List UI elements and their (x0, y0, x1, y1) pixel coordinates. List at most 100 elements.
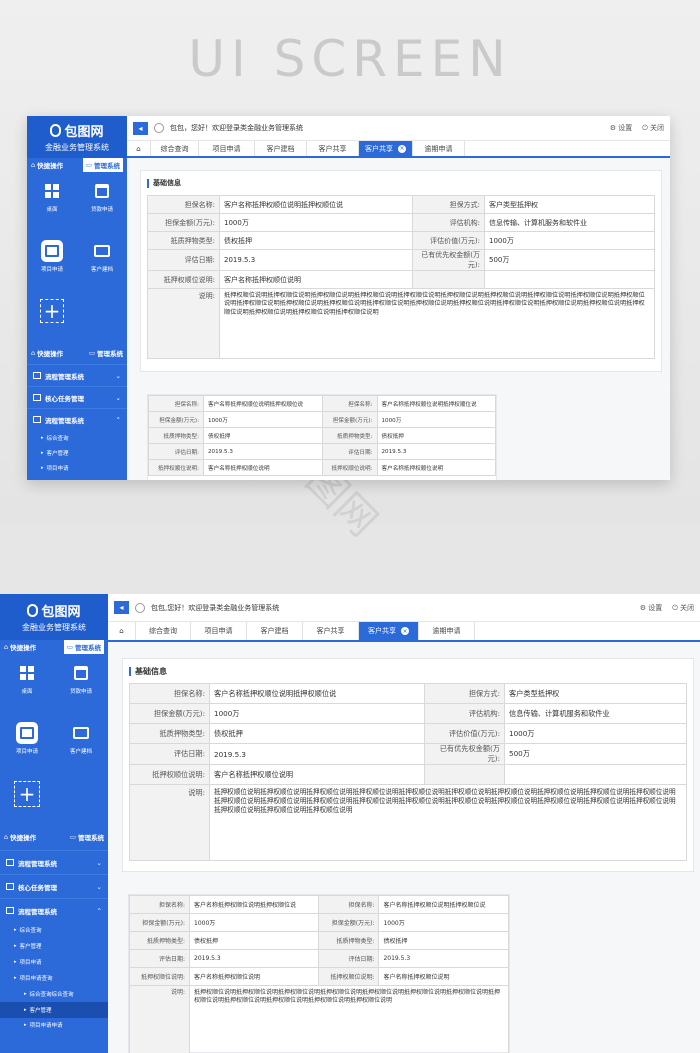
field-label: 抵押权顺位说明: (129, 764, 210, 785)
collapse-button[interactable]: ◂ (133, 121, 148, 135)
tab-query[interactable]: 综合查询 (136, 622, 191, 640)
plus-icon: + (18, 782, 36, 807)
submenu-item[interactable]: 综合查询 (0, 922, 108, 938)
desktop-icon (16, 662, 38, 684)
avatar (135, 602, 145, 613)
field-value: 客户名称抵押权顺位说明 (209, 764, 425, 785)
folder-icon (33, 372, 41, 379)
basic-info-table: 担保名称: 客户名称抵押权顺位说明抵押权顺位说 担保方式: 客户类型抵押权 担保金额(… (129, 683, 687, 861)
settings-button[interactable]: ⚙ 设置 (610, 123, 633, 133)
main-area: ◂ 包包，您好！欢迎登录类金融业务管理系统 ⚙ 设置 ⏻ 关闭 ⌂ 综合查询 项目申… (127, 116, 670, 480)
add-tile-button[interactable]: + (40, 299, 64, 324)
tile-label: 贷款申请 (69, 689, 92, 695)
tab-customer-share-active[interactable]: 客户共享 × (359, 622, 419, 640)
tab-overdue[interactable]: 逾期申请 (413, 141, 465, 156)
menu-process[interactable]: 流程管理系统 ⌄ (0, 850, 108, 874)
menu-core-task[interactable]: 核心任务管理 ⌄ (0, 874, 108, 898)
tab-customer-file[interactable]: 客户建档 (255, 141, 307, 156)
menu-core-task[interactable]: 核心任务管理 ⌄ (27, 386, 127, 408)
tile-customer-file[interactable]: 客户建档 (70, 722, 92, 774)
description-text: 抵押权顺位说明抵押权顺位说明抵押权顺位说明抵押权顺位说明抵押权顺位说明抵押权顺位… (209, 784, 687, 861)
submenu-item[interactable]: 客户管理 (27, 445, 127, 460)
field-value: 客户类型抵押权 (504, 683, 687, 704)
field-label: 评估日期: (321, 443, 378, 460)
field-label: 已有优先权金额(万元): (424, 743, 505, 765)
collapse-button[interactable]: ◂ (114, 601, 129, 614)
tab-customer-file[interactable]: 客户建档 (247, 622, 303, 640)
add-tile-button[interactable]: + (14, 781, 40, 808)
quick-ops-button[interactable]: ⌂ 快捷操作 (4, 832, 36, 842)
menu-label: 流程管理系统 (18, 859, 57, 868)
section-title-text: 基础信息 (135, 666, 167, 676)
basic-info-panel: 基础信息 担保名称: 客户名称抵押权顺位说明抵押权顺位说 担保方式: 客户类型抵押权 … (122, 658, 694, 872)
settings-label: 设置 (618, 124, 633, 132)
tile-loan-apply[interactable]: 贷款申请 (70, 662, 92, 714)
field-value: 客户名称抵押权顺位说明抵押权顺位说 (376, 395, 496, 412)
close-button[interactable]: ⏻ 关闭 (672, 603, 694, 613)
tile-project-apply[interactable]: 项目申请 (15, 721, 38, 774)
manage-system-button[interactable]: ▭ 管理系统 (70, 832, 104, 842)
document-icon (40, 239, 63, 262)
folder-icon (6, 859, 14, 866)
tile-project-apply[interactable]: 项目申请 (40, 239, 63, 292)
menu-process[interactable]: 流程管理系统 ⌄ (27, 364, 127, 386)
tile-desktop[interactable]: 桌面 (41, 180, 63, 232)
submenu-item[interactable]: 客户管理 (0, 938, 108, 954)
field-label: 评估价值(万元): (424, 723, 505, 744)
tab-home[interactable]: ⌂ (127, 141, 151, 156)
chevron-down-icon: ⌄ (115, 393, 121, 402)
tab-overdue[interactable]: 逾期申请 (419, 622, 475, 640)
secondary-info-table: 担保名称: 客户名称抵押权顺位说明抵押权顺位说 担保名称: 客户名称抵押权顺位说明抵押… (129, 895, 509, 1053)
submenu-item-active[interactable]: 客户管理 (0, 1002, 108, 1018)
quick-ops-button[interactable]: ⌂ 快捷操作 (4, 642, 36, 652)
brand-subtitle: 金融业务管理系统 (22, 623, 86, 632)
quick-bar-2: ⌂ 快捷操作 ▭ 管理系统 (0, 830, 108, 844)
topbar: ◂ 包包，您好！欢迎登录类金融业务管理系统 ⚙ 设置 ⏻ 关闭 (127, 116, 670, 141)
tab-home[interactable]: ⌂ (108, 622, 136, 640)
tab-query[interactable]: 综合查询 (151, 141, 199, 156)
field-label: 抵质押物类型: (321, 427, 378, 444)
tab-customer-share[interactable]: 客户共享 (307, 141, 359, 156)
menu-process-2[interactable]: 流程管理系统 ⌃ (27, 408, 127, 430)
submenu-item[interactable]: 综合查询综合查询 (0, 986, 108, 1002)
quick-ops-button[interactable]: ⌂ 快捷操作 (31, 160, 63, 170)
manage-system-button[interactable]: ▭ 管理系统 (82, 158, 123, 172)
topbar: ◂ 包包,您好！欢迎登录类金融业务管理系统 ⚙ 设置 ⏻ 关闭 (108, 594, 700, 622)
field-value: 债权抵押 (376, 427, 496, 444)
secondary-info-panel: 担保名称: 客户名称抵押权顺位说明抵押权顺位说 担保名称: 客户名称抵押权顺位说明抵押… (147, 394, 497, 480)
submenu-item[interactable]: 项目申请 (27, 460, 127, 475)
manage-system-button[interactable]: ▭ 管理系统 (89, 348, 123, 358)
field-value-empty (504, 764, 687, 785)
brand: 包图网 金融业务管理系统 (27, 116, 127, 158)
settings-button[interactable]: ⚙ 设置 (640, 603, 663, 613)
quick-ops-label: 快捷操作 (37, 162, 64, 170)
tab-customer-share[interactable]: 客户共享 (303, 622, 359, 640)
quick-ops-button[interactable]: ⌂ 快捷操作 (31, 348, 63, 358)
tile-customer-file[interactable]: 客户建档 (91, 240, 113, 292)
menu-label: 流程管理系统 (45, 372, 84, 381)
tab-project[interactable]: 项目申请 (199, 141, 255, 156)
greeting: 包包,您好！欢迎登录类金融业务管理系统 (151, 603, 280, 612)
menu-process-2[interactable]: 流程管理系统 ⌃ (0, 898, 108, 922)
field-label: 担保金额(万元): (147, 213, 220, 232)
submenu-item[interactable]: 项目申请查询 (0, 970, 108, 986)
tile-loan-apply[interactable]: 贷款申请 (91, 180, 113, 232)
field-label: 抵质押物类型: (318, 931, 380, 950)
close-tab-icon[interactable]: × (398, 144, 406, 153)
submenu-item[interactable]: 项目申请申请 (0, 1018, 108, 1032)
tile-desktop[interactable]: 桌面 (16, 662, 38, 714)
section-title: 基础信息 (123, 659, 693, 683)
logo-icon (27, 604, 39, 617)
submenu-item[interactable]: 综合查询 (27, 430, 127, 445)
brand-name: 包图网 (41, 605, 81, 620)
manage-system-button[interactable]: ▭ 管理系统 (63, 640, 104, 654)
tab-customer-share-active[interactable]: 客户共享 × (359, 141, 413, 156)
app-window-detail: 包图网 金融业务管理系统 ⌂ 快捷操作 ▭ 管理系统 桌面 贷款申请 项目申请 … (0, 594, 700, 1053)
tile-grid: 桌面 贷款申请 项目申请 客户建档 + (0, 654, 108, 826)
field-label: 抵押权顺位说明: (129, 967, 190, 986)
logo: 包图网 (27, 601, 81, 620)
close-button[interactable]: ⏻ 关闭 (642, 123, 664, 133)
close-tab-icon[interactable]: × (401, 627, 409, 635)
submenu-item[interactable]: 项目申请 (0, 954, 108, 970)
tab-project[interactable]: 项目申请 (191, 622, 247, 640)
